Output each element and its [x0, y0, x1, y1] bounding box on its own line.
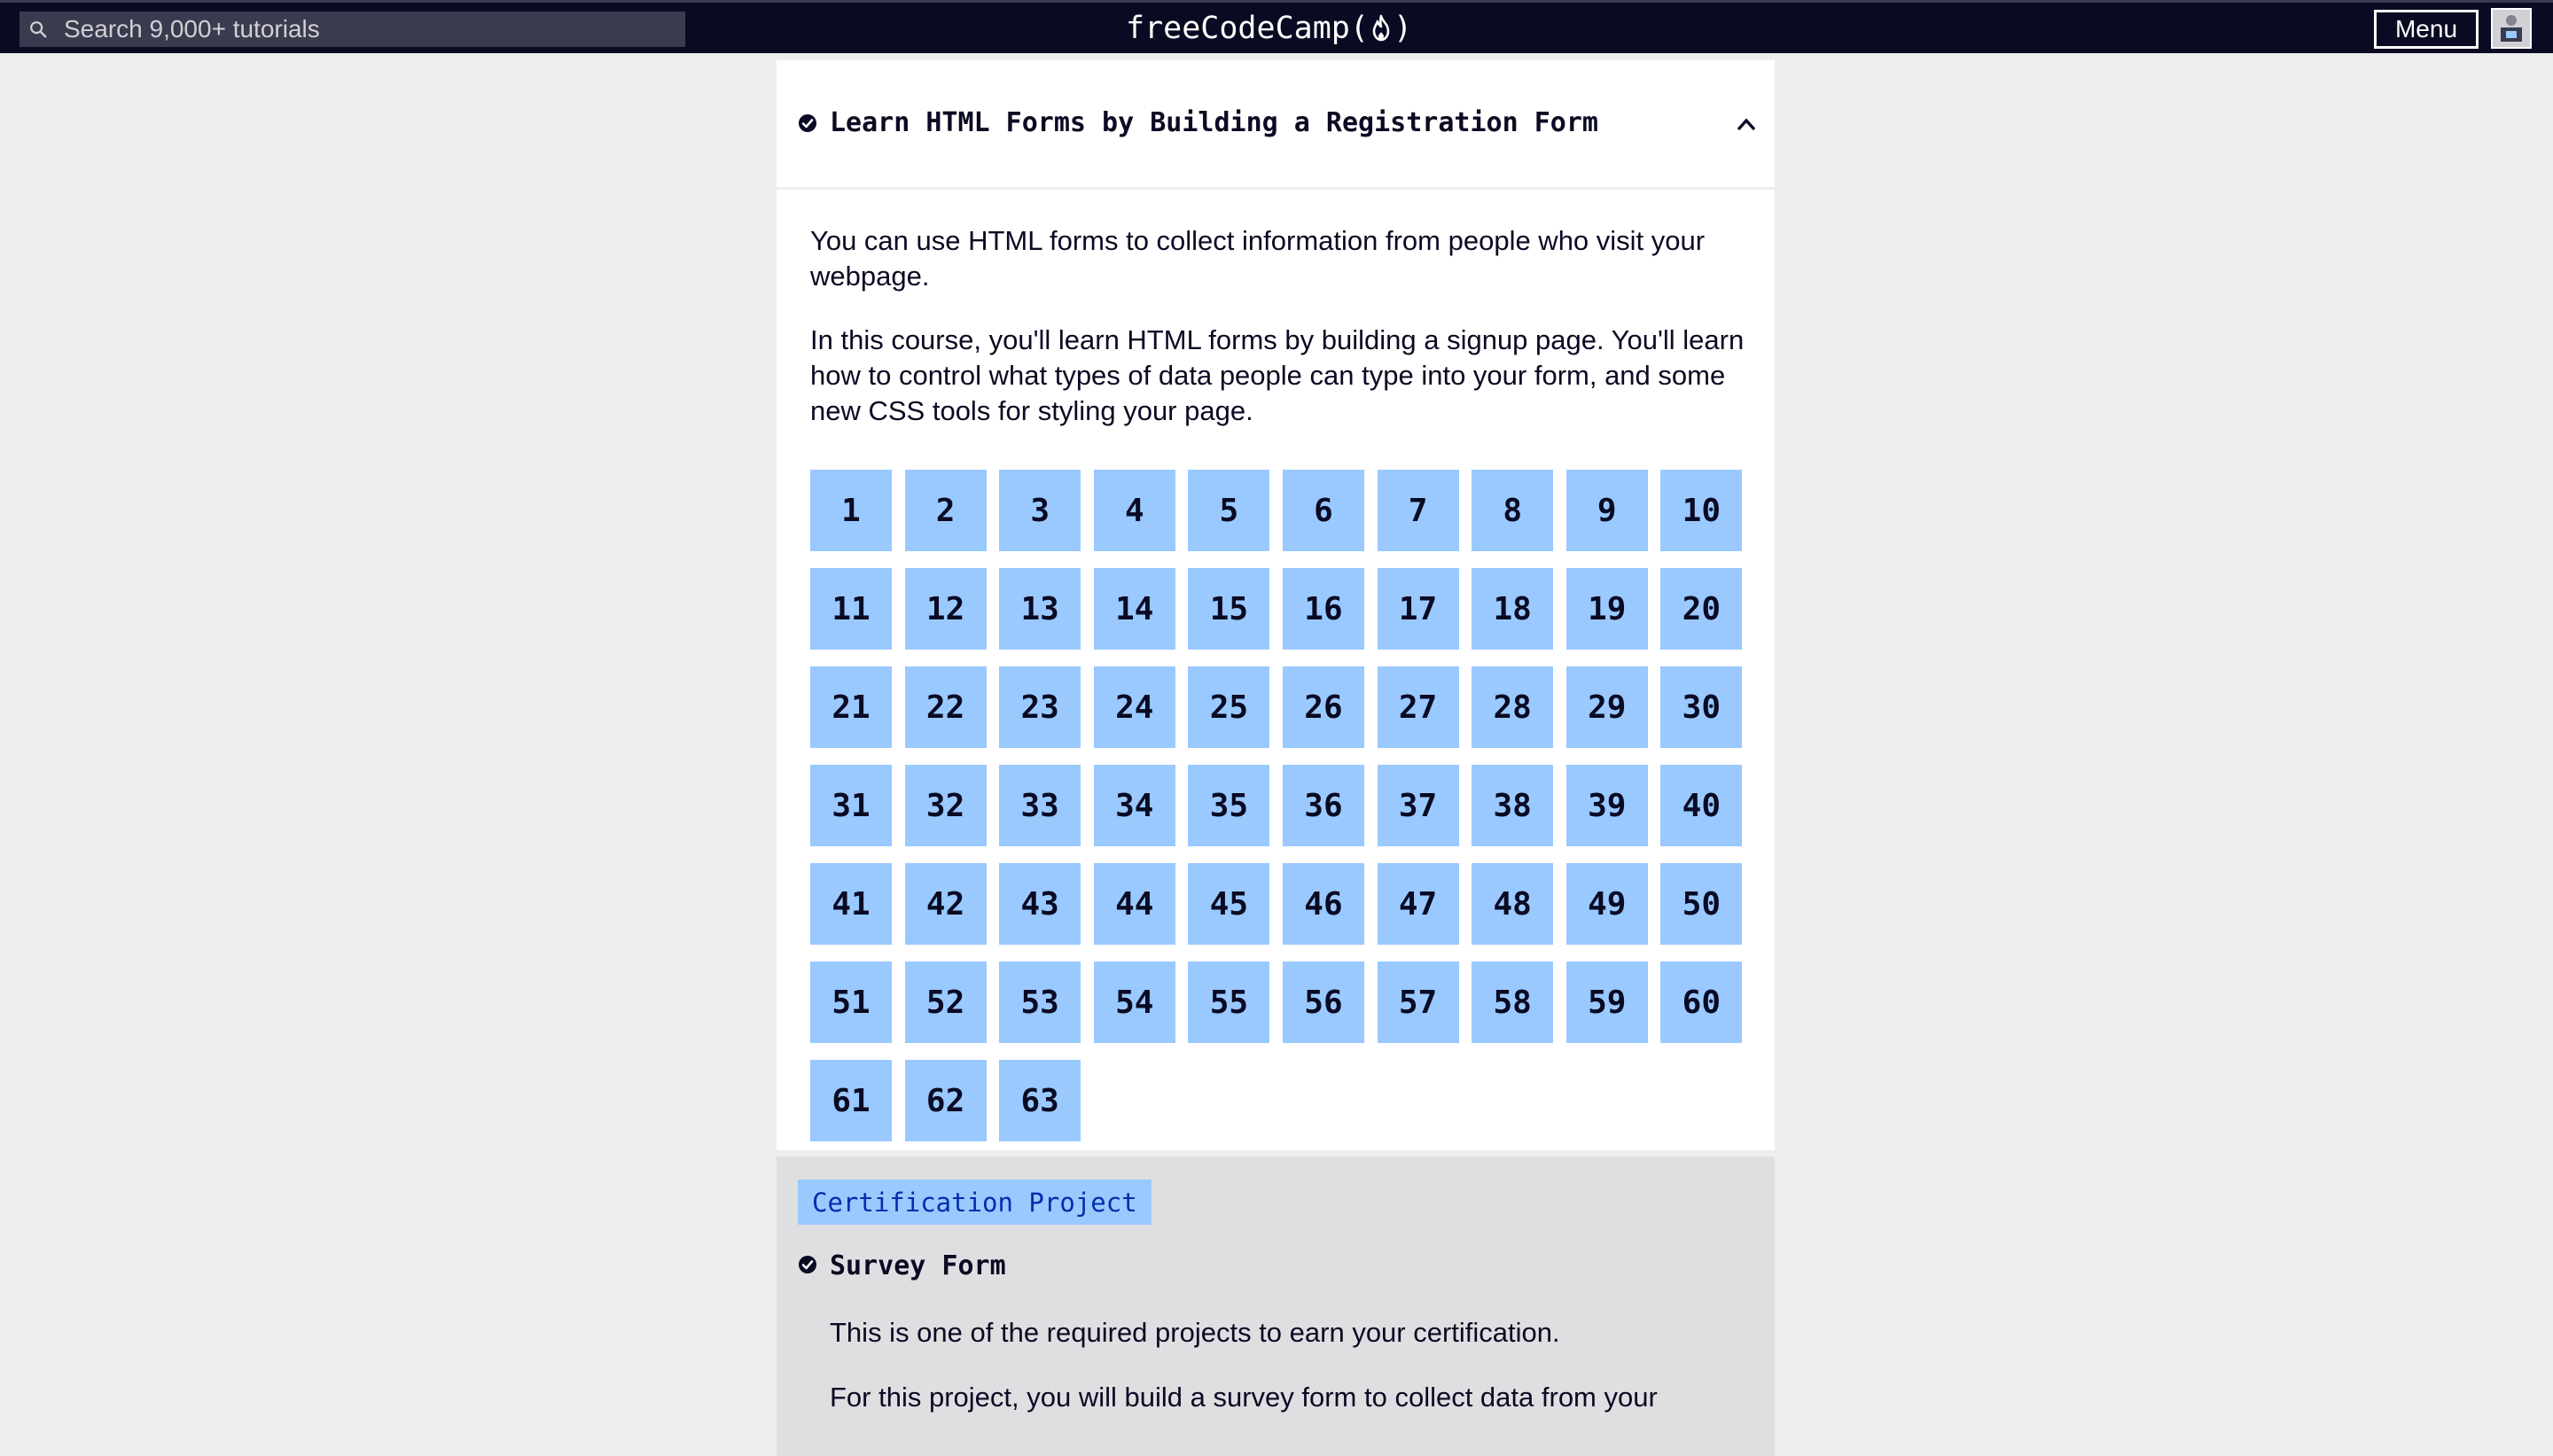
step-button[interactable]: 7 [1377, 470, 1459, 551]
search-input[interactable] [64, 15, 667, 43]
step-button[interactable]: 19 [1565, 568, 1648, 650]
search-bar[interactable] [20, 12, 685, 47]
certification-project-badge: Certification Project [798, 1180, 1152, 1225]
step-button[interactable]: 3 [999, 470, 1081, 551]
top-nav: freeCodeCamp( ) Menu [0, 0, 2553, 53]
step-button[interactable]: 44 [1093, 863, 1175, 945]
step-button[interactable]: 10 [1660, 470, 1743, 551]
course-title: Learn HTML Forms by Building a Registrat… [830, 107, 1598, 138]
step-button[interactable]: 51 [810, 962, 892, 1043]
check-circle-icon [799, 1256, 816, 1273]
step-button[interactable]: 41 [810, 863, 892, 945]
step-button[interactable]: 50 [1660, 863, 1743, 945]
step-button[interactable]: 23 [999, 666, 1081, 748]
step-button[interactable]: 38 [1472, 765, 1554, 846]
search-icon [30, 21, 47, 38]
project-title-link[interactable]: Survey Form [830, 1250, 1006, 1281]
project-description-1: This is one of the required projects to … [830, 1317, 1560, 1348]
project-description-2: For this project, you will build a surve… [830, 1382, 1658, 1413]
step-button[interactable]: 22 [904, 666, 987, 748]
step-button[interactable]: 33 [999, 765, 1081, 846]
step-button[interactable]: 27 [1377, 666, 1459, 748]
step-button[interactable]: 48 [1472, 863, 1554, 945]
step-button[interactable]: 39 [1565, 765, 1648, 846]
step-button[interactable]: 43 [999, 863, 1081, 945]
step-button[interactable]: 6 [1282, 470, 1364, 551]
brand-logo[interactable]: freeCodeCamp( ) [1126, 6, 1412, 51]
step-button[interactable]: 20 [1660, 568, 1743, 650]
step-button[interactable]: 40 [1660, 765, 1743, 846]
step-button[interactable]: 18 [1472, 568, 1554, 650]
step-button[interactable]: 55 [1188, 962, 1270, 1043]
step-button[interactable]: 11 [810, 568, 892, 650]
step-button[interactable]: 34 [1093, 765, 1175, 846]
brand-prefix: freeCodeCamp( [1126, 11, 1369, 46]
step-button[interactable]: 60 [1660, 962, 1743, 1043]
step-button[interactable]: 1 [810, 470, 892, 551]
step-button[interactable]: 2 [904, 470, 987, 551]
step-button[interactable]: 45 [1188, 863, 1270, 945]
step-button[interactable]: 46 [1282, 863, 1364, 945]
step-button[interactable]: 26 [1282, 666, 1364, 748]
flame-icon [1370, 14, 1392, 43]
step-button[interactable]: 31 [810, 765, 892, 846]
step-button[interactable]: 5 [1188, 470, 1270, 551]
step-button[interactable]: 59 [1565, 962, 1648, 1043]
step-button[interactable]: 24 [1093, 666, 1175, 748]
step-button[interactable]: 15 [1188, 568, 1270, 650]
menu-button[interactable]: Menu [2374, 10, 2479, 49]
step-button[interactable]: 12 [904, 568, 987, 650]
course-block: Learn HTML Forms by Building a Registrat… [777, 60, 1775, 1150]
step-button[interactable]: 29 [1565, 666, 1648, 748]
step-button[interactable]: 61 [810, 1060, 892, 1141]
main-column: Learn HTML Forms by Building a Registrat… [777, 60, 1775, 1456]
step-button[interactable]: 52 [904, 962, 987, 1043]
step-button[interactable]: 32 [904, 765, 987, 846]
step-button[interactable]: 28 [1472, 666, 1554, 748]
step-button[interactable]: 57 [1377, 962, 1459, 1043]
chevron-up-icon[interactable] [1735, 115, 1758, 133]
step-button[interactable]: 13 [999, 568, 1081, 650]
course-description-2: In this course, you'll learn HTML forms … [810, 324, 1745, 426]
step-button[interactable]: 54 [1093, 962, 1175, 1043]
step-button[interactable]: 16 [1282, 568, 1364, 650]
step-button[interactable]: 8 [1472, 470, 1554, 551]
brand-suffix: ) [1393, 11, 1413, 46]
step-button[interactable]: 49 [1565, 863, 1648, 945]
step-button[interactable]: 58 [1472, 962, 1554, 1043]
step-button[interactable]: 25 [1188, 666, 1270, 748]
step-grid: 1 2 3 4 5 6 7 8 9 10 11 12 13 14 15 16 17 18 19 20 21 22 23 24 2… [810, 470, 1750, 1141]
avatar-icon[interactable] [2491, 8, 2532, 49]
step-button[interactable]: 30 [1660, 666, 1743, 748]
step-button[interactable]: 17 [1377, 568, 1459, 650]
step-button[interactable]: 42 [904, 863, 987, 945]
step-button[interactable]: 35 [1188, 765, 1270, 846]
step-button[interactable]: 62 [904, 1060, 987, 1141]
course-description-1: You can use HTML forms to collect inform… [810, 225, 1706, 292]
step-button[interactable]: 63 [999, 1060, 1081, 1141]
course-header[interactable]: Learn HTML Forms by Building a Registrat… [777, 60, 1775, 190]
step-button[interactable]: 14 [1093, 568, 1175, 650]
check-circle-icon [799, 114, 816, 132]
step-button[interactable]: 53 [999, 962, 1081, 1043]
step-button[interactable]: 36 [1282, 765, 1364, 846]
step-button[interactable]: 21 [810, 666, 892, 748]
step-button[interactable]: 47 [1377, 863, 1459, 945]
certification-project-block: Certification Project Survey Form This i… [777, 1156, 1775, 1456]
step-button[interactable]: 37 [1377, 765, 1459, 846]
step-button[interactable]: 56 [1282, 962, 1364, 1043]
step-button[interactable]: 9 [1565, 470, 1648, 551]
step-button[interactable]: 4 [1093, 470, 1175, 551]
